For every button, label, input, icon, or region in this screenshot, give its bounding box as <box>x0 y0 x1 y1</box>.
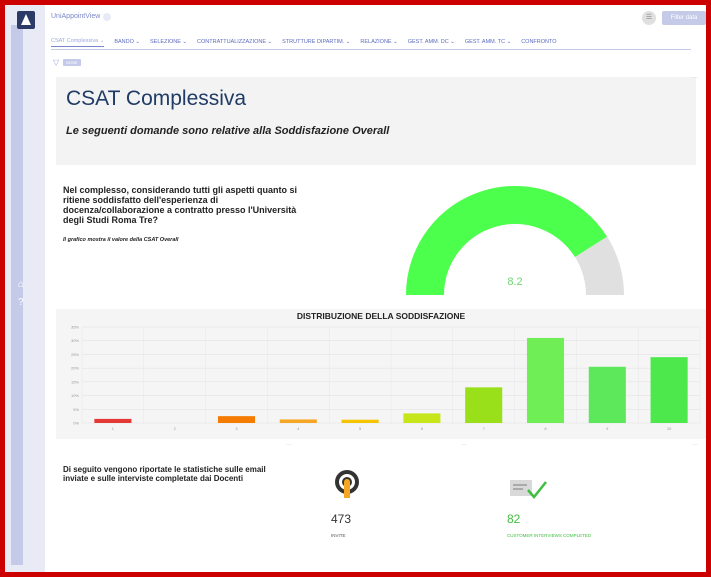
tab-bar: CSAT Complessiva ⌄ BANDO ⌄ SELEZIONE ⌄ CONT… <box>51 35 691 50</box>
header-section: CSAT Complessiva Le seguenti domande son… <box>56 77 696 165</box>
invite-label: INVITE <box>331 533 346 538</box>
rail-bar <box>11 25 23 565</box>
tab-1[interactable]: BANDO ⌄ <box>114 39 140 45</box>
tab-4[interactable]: STRUTTURE DIPARTIM. ⌄ <box>282 39 350 45</box>
app-badge-icon <box>103 13 111 21</box>
home-icon[interactable]: ⌂ <box>18 279 24 290</box>
more-options-icon[interactable]: ··· <box>692 442 698 448</box>
x-tick-label: 1 <box>112 426 115 431</box>
top-bar: UniAppointView ☰ Filter data <box>45 5 706 35</box>
tab-6[interactable]: GEST. AMM. DC ⌄ <box>408 39 455 45</box>
y-tick-label: 10% <box>71 393 79 398</box>
filter-chip[interactable]: NONE <box>63 59 81 66</box>
menu-button[interactable]: ☰ <box>642 11 656 25</box>
completed-label: CUSTOMER INTERVIEWS COMPLETED <box>507 533 592 538</box>
overall-note: Il grafico mostra il valore della CSAT O… <box>63 237 179 243</box>
left-rail: ⌂ ? <box>5 5 45 572</box>
tab-7[interactable]: GEST. AMM. TC ⌄ <box>465 39 511 45</box>
y-tick-label: 5% <box>73 407 79 412</box>
chart-title: DISTRIBUZIONE DELLA SODDISFAZIONE <box>296 311 466 321</box>
more-options-icon[interactable]: ··· <box>461 442 467 448</box>
tab-0[interactable]: CSAT Complessiva ⌄ <box>51 38 105 47</box>
x-tick-label: 8 <box>544 426 547 431</box>
tab-8[interactable]: CONFRONTO <box>521 39 556 45</box>
more-options-icon[interactable]: ··· <box>286 442 292 448</box>
filter-icon[interactable]: ▽ <box>53 58 59 67</box>
y-tick-label: 35% <box>71 325 79 330</box>
signature-icon <box>510 480 547 499</box>
y-tick-label: 25% <box>71 352 79 357</box>
bar <box>588 366 626 423</box>
primary-button[interactable]: Filter data <box>662 11 706 25</box>
filter-row: ▽ NONE <box>53 58 81 67</box>
gauge-value-label: 8.2 <box>507 276 522 288</box>
bar <box>94 418 132 423</box>
bar <box>526 337 565 423</box>
tab-5[interactable]: RELAZIONE ⌄ <box>360 39 397 45</box>
distribution-chart: 0% 5% 10% 15% 20% 25% 30% 35% 1 2 3 4 5 6 7 8 9 10 <box>71 325 701 431</box>
bar <box>341 419 379 423</box>
app-window: ⌂ ? UniAppointView ☰ Filter data CSAT Co… <box>5 5 706 572</box>
page-title: CSAT Complessiva <box>66 87 247 110</box>
x-tick-label: 4 <box>297 426 300 431</box>
help-icon[interactable]: ? <box>18 297 24 308</box>
bar <box>217 416 256 423</box>
app-logo[interactable] <box>17 11 35 29</box>
bar <box>403 413 441 423</box>
tab-2[interactable]: SELEZIONE ⌄ <box>150 39 187 45</box>
csat-gauge: 8.2 <box>406 186 624 295</box>
x-tick-label: 2 <box>174 426 177 431</box>
app-name[interactable]: UniAppointView <box>51 13 100 20</box>
x-tick-label: 7 <box>483 426 486 431</box>
y-tick-label: 15% <box>71 379 79 384</box>
x-tick-label: 9 <box>606 426 609 431</box>
y-tick-label: 30% <box>71 338 79 343</box>
x-tick-label: 3 <box>235 426 238 431</box>
bar <box>279 419 317 423</box>
bar <box>650 357 688 423</box>
x-tick-label: 5 <box>359 426 362 431</box>
target-icon <box>335 470 359 498</box>
stats-intro: Di seguito vengono riportate le statisti… <box>63 465 266 483</box>
more-options-icon[interactable]: ··· <box>692 75 698 81</box>
y-tick-label: 0% <box>73 421 79 426</box>
y-tick-label: 20% <box>71 366 79 371</box>
completed-value: 82 <box>507 512 521 526</box>
x-tick-label: 10 <box>667 426 672 431</box>
x-tick-label: 6 <box>421 426 424 431</box>
bar <box>465 387 503 423</box>
invite-value: 473 <box>331 512 352 526</box>
page-subtitle: Le seguenti domande sono relative alla S… <box>66 125 390 137</box>
distribution-card: DISTRIBUZIONE DELLA SODDISFAZIONE 0% 5% 10… <box>56 309 706 439</box>
tab-3[interactable]: CONTRATTUALIZZAZIONE ⌄ <box>197 39 272 45</box>
overall-question: Nel complesso, considerando tutti gli as… <box>63 185 298 225</box>
